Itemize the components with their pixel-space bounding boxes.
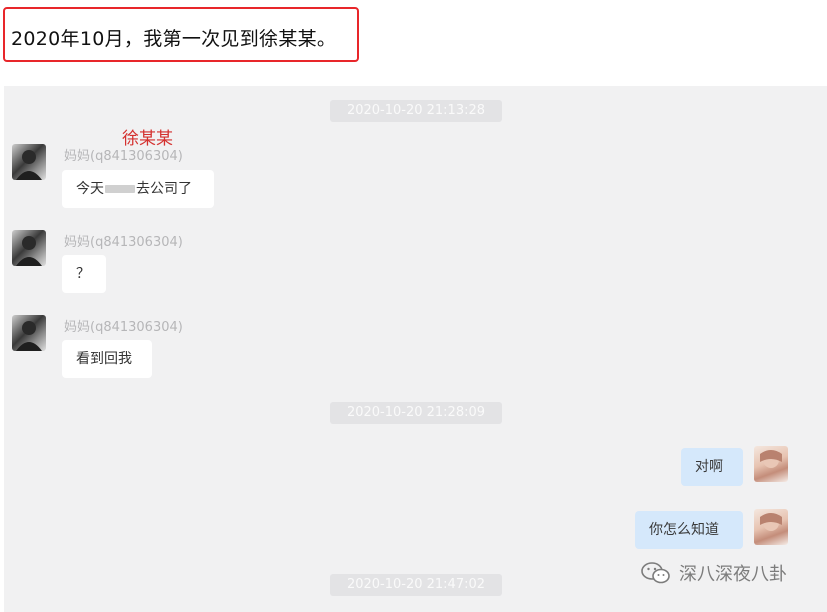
- caption-highlight-box: 2020年10月，我第一次见到徐某某。: [3, 7, 359, 62]
- caption-text: 2020年10月，我第一次见到徐某某。: [11, 28, 337, 50]
- message-text: 你怎么知道: [649, 522, 719, 538]
- timestamp: 2020-10-20 21:47:02: [330, 574, 502, 596]
- mom-avatar[interactable]: [12, 230, 46, 266]
- my-message-bubble[interactable]: 对啊: [681, 448, 743, 486]
- message-bubble[interactable]: 今天 去公司了: [62, 170, 214, 208]
- my-message-bubble[interactable]: 你怎么知道: [635, 511, 743, 549]
- mom-avatar[interactable]: [12, 315, 46, 351]
- redacted-mask: [105, 185, 135, 193]
- message-text: 看到回我: [76, 351, 132, 367]
- sender-name: 妈妈(q841306304): [64, 149, 183, 164]
- message-text: ？: [76, 266, 90, 282]
- watermark: 深八深夜八卦: [641, 558, 787, 588]
- timestamp: 2020-10-20 21:28:09: [330, 402, 502, 424]
- message-bubble[interactable]: 看到回我: [62, 340, 152, 378]
- timestamp: 2020-10-20 21:13:28: [330, 100, 502, 122]
- message-text: 去公司了: [136, 181, 192, 197]
- message-bubble[interactable]: ？: [62, 255, 106, 293]
- my-avatar[interactable]: [754, 446, 788, 482]
- watermark-text: 深八深夜八卦: [679, 564, 787, 585]
- mom-avatar[interactable]: [12, 144, 46, 180]
- chat-history-panel[interactable]: 2020-10-20 21:13:28 徐某某 妈妈(q841306304) 今…: [4, 86, 827, 612]
- wechat-icon: [641, 562, 670, 584]
- message-text: 对啊: [695, 459, 723, 475]
- sender-name: 妈妈(q841306304): [64, 320, 183, 335]
- sender-name: 妈妈(q841306304): [64, 235, 183, 250]
- my-avatar[interactable]: [754, 509, 788, 545]
- message-text: 今天: [76, 181, 104, 197]
